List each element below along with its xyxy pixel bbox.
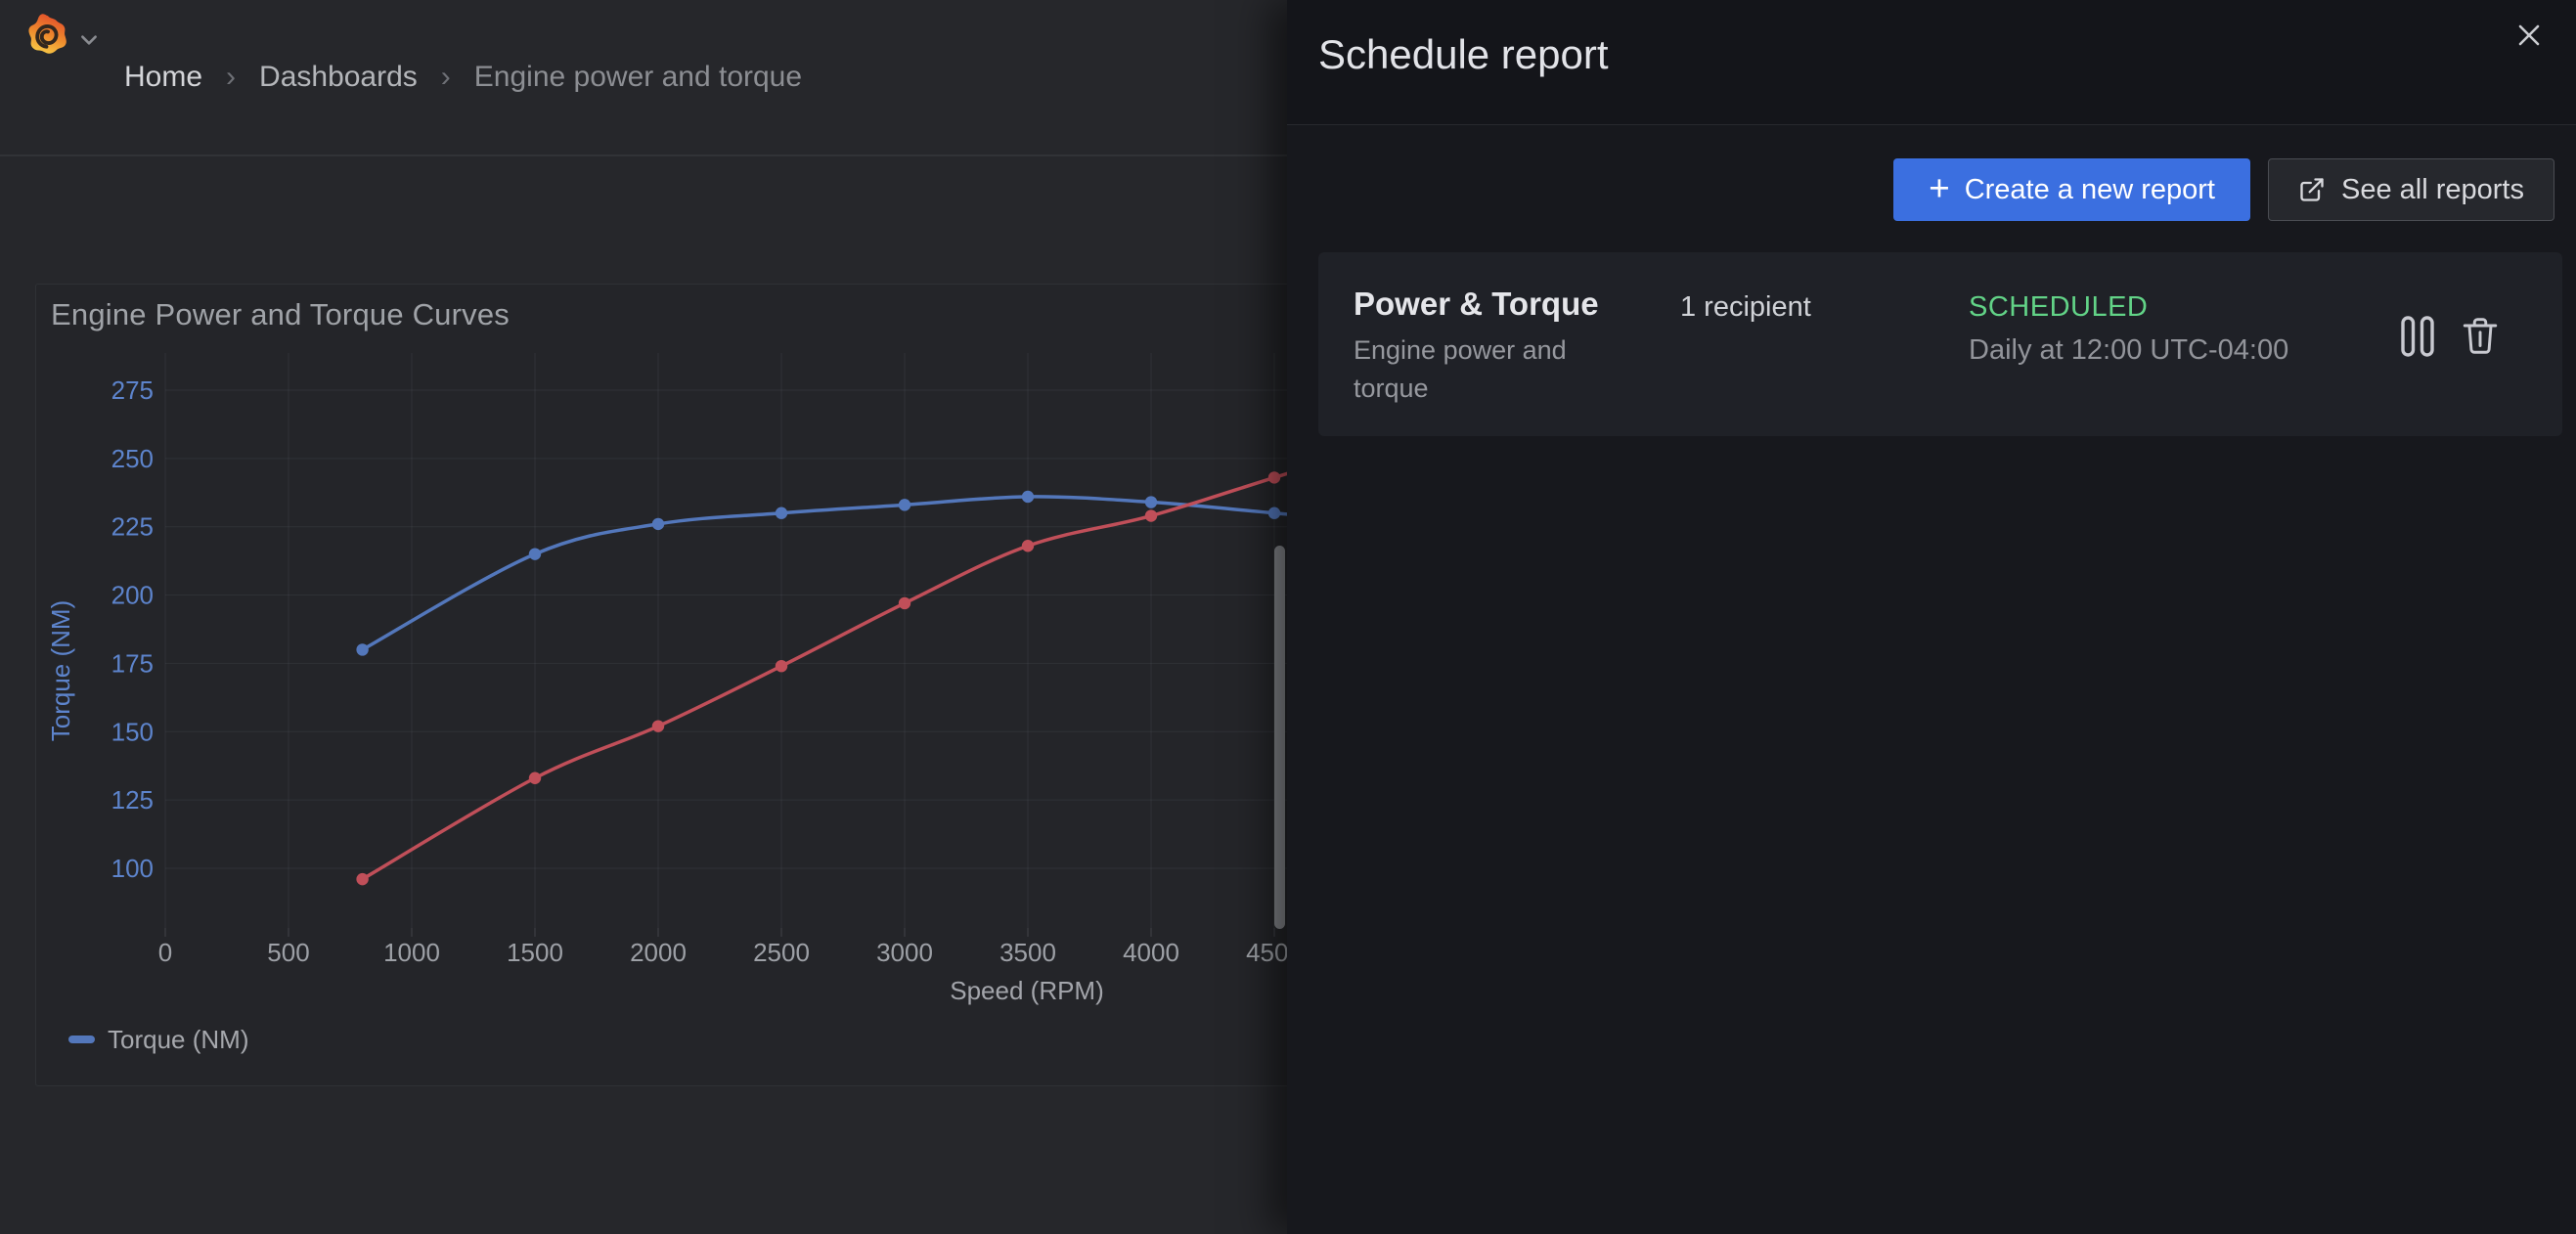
report-name: Power & Torque xyxy=(1354,286,1599,323)
close-icon xyxy=(2515,22,2543,49)
create-report-label: Create a new report xyxy=(1965,174,2215,206)
schedule-report-drawer: Schedule report + Create a new report Se… xyxy=(1287,0,2576,1234)
drawer-header: Schedule report xyxy=(1287,0,2576,125)
pause-icon xyxy=(2399,315,2436,358)
svg-text:200: 200 xyxy=(111,581,154,610)
see-all-reports-label: See all reports xyxy=(2341,174,2524,206)
breadcrumb-dashboards[interactable]: Dashboards xyxy=(259,61,418,94)
svg-text:275: 275 xyxy=(111,375,154,405)
svg-text:0: 0 xyxy=(158,938,172,967)
drawer-title: Schedule report xyxy=(1318,31,1609,78)
plus-icon: + xyxy=(1929,170,1950,206)
grafana-logo[interactable] xyxy=(25,12,70,61)
pause-report-button[interactable] xyxy=(2394,313,2441,360)
breadcrumb: Home › Dashboards › Engine power and tor… xyxy=(124,0,802,154)
svg-text:500: 500 xyxy=(267,938,309,967)
svg-text:2000: 2000 xyxy=(630,938,687,967)
trash-icon xyxy=(2462,316,2499,357)
delete-report-button[interactable] xyxy=(2457,313,2504,360)
svg-text:2500: 2500 xyxy=(753,938,810,967)
breadcrumb-current-page: Engine power and torque xyxy=(474,61,802,94)
breadcrumb-separator-icon: › xyxy=(226,61,236,94)
legend-swatch xyxy=(68,1036,95,1043)
report-schedule: Daily at 12:00 UTC-04:00 xyxy=(1969,334,2288,367)
svg-text:225: 225 xyxy=(111,512,154,542)
svg-text:Speed (RPM): Speed (RPM) xyxy=(950,976,1104,1005)
drawer-actions: + Create a new report See all reports xyxy=(1893,158,2554,221)
legend-label: Torque (NM) xyxy=(108,1025,248,1055)
svg-text:125: 125 xyxy=(111,785,154,815)
breadcrumb-separator-icon: › xyxy=(441,61,451,94)
svg-text:175: 175 xyxy=(111,648,154,678)
report-card: Power & Torque Engine power and torque 1… xyxy=(1318,252,2562,436)
svg-text:100: 100 xyxy=(111,854,154,883)
report-description: Engine power and torque xyxy=(1354,331,1613,408)
svg-text:4000: 4000 xyxy=(1123,938,1179,967)
svg-text:1000: 1000 xyxy=(383,938,440,967)
svg-text:3500: 3500 xyxy=(999,938,1056,967)
report-recipients: 1 recipient xyxy=(1680,291,1811,324)
svg-text:3000: 3000 xyxy=(876,938,933,967)
chart-legend-item[interactable]: Torque (NM) xyxy=(68,1025,248,1054)
report-status-badge: SCHEDULED xyxy=(1969,291,2148,324)
svg-text:Torque (NM): Torque (NM) xyxy=(46,600,75,741)
dashboard-scrollbar[interactable] xyxy=(1274,546,1285,929)
chevron-down-icon[interactable] xyxy=(78,29,100,51)
breadcrumb-home[interactable]: Home xyxy=(124,61,202,94)
close-button[interactable] xyxy=(2509,16,2549,55)
svg-text:150: 150 xyxy=(111,717,154,746)
create-report-button[interactable]: + Create a new report xyxy=(1893,158,2250,221)
svg-text:1500: 1500 xyxy=(507,938,563,967)
see-all-reports-button[interactable]: See all reports xyxy=(2268,158,2554,221)
svg-text:250: 250 xyxy=(111,444,154,473)
external-link-icon xyxy=(2298,176,2326,203)
